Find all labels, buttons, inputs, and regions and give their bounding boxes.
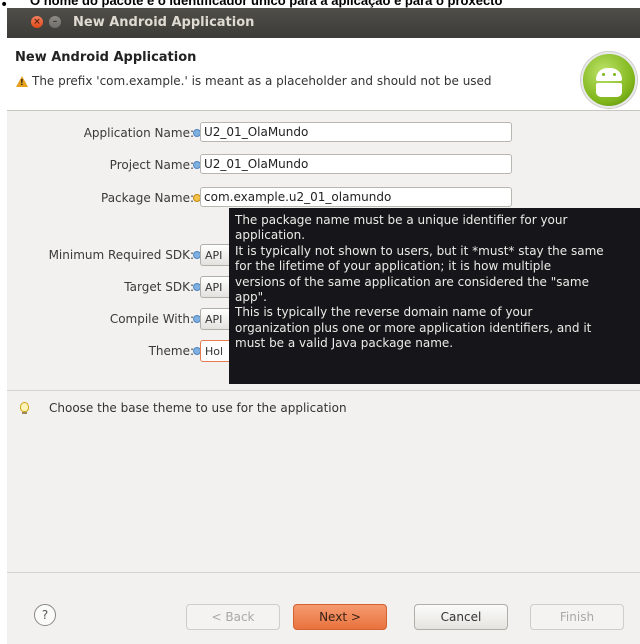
help-button[interactable]: ? — [34, 604, 56, 626]
button-bar: ? < Back Next > Cancel Finish — [7, 572, 640, 644]
package-name-input[interactable] — [200, 187, 512, 207]
tooltip-line: must be a valid Java package name. — [235, 336, 454, 351]
warning-message: The prefix 'com.example.' is meant as a … — [32, 74, 492, 88]
divider — [7, 572, 640, 573]
cancel-button[interactable]: Cancel — [414, 604, 508, 630]
page-caption: O nome do pacote é o identificador único… — [30, 0, 503, 8]
tooltip-line: organization plus one or more applicatio… — [235, 320, 592, 335]
android-logo-icon — [581, 52, 637, 108]
wizard-header: New Android Application ! The prefix 'co… — [7, 38, 640, 111]
finish-button[interactable]: Finish — [530, 604, 624, 630]
theme-label: Theme: — [148, 344, 194, 358]
lightbulb-icon — [20, 402, 29, 414]
package-name-label: Package Name: — [101, 191, 194, 205]
package-name-tooltip: The package name must be a unique identi… — [229, 208, 640, 384]
application-name-label: Application Name: — [83, 126, 194, 140]
tooltip-line: application. — [235, 228, 306, 243]
target-sdk-label: Target SDK: — [124, 280, 194, 294]
hint-text: Choose the base theme to use for the app… — [49, 401, 347, 415]
project-name-input[interactable] — [200, 154, 512, 174]
tooltip-line: It is typically not shown to users, but … — [235, 243, 604, 258]
wizard-title: New Android Application — [15, 50, 197, 65]
window-close-button[interactable]: × — [31, 16, 43, 28]
warning-icon: ! — [16, 76, 28, 87]
next-button[interactable]: Next > — [293, 604, 387, 630]
project-name-label: Project Name: — [109, 158, 194, 172]
min-sdk-label: Minimum Required SDK: — [48, 248, 194, 262]
tooltip-line: This is typically the reverse domain nam… — [235, 305, 533, 320]
compile-with-label: Compile With: — [109, 312, 194, 326]
window-minimize-button[interactable]: – — [49, 16, 61, 28]
dialog-window: × – New Android Application New Android … — [7, 8, 640, 644]
application-name-input[interactable] — [200, 122, 512, 142]
tooltip-line: for the lifetime of your application; it… — [235, 259, 552, 274]
tooltip-line: app". — [235, 290, 267, 305]
divider — [7, 390, 640, 391]
tooltip-line: The package name must be a unique identi… — [235, 213, 568, 227]
tooltip-line: versions of the same application are con… — [235, 274, 589, 289]
window-title: New Android Application — [73, 15, 255, 30]
back-button[interactable]: < Back — [186, 604, 280, 630]
title-bar: × – New Android Application — [7, 8, 640, 38]
